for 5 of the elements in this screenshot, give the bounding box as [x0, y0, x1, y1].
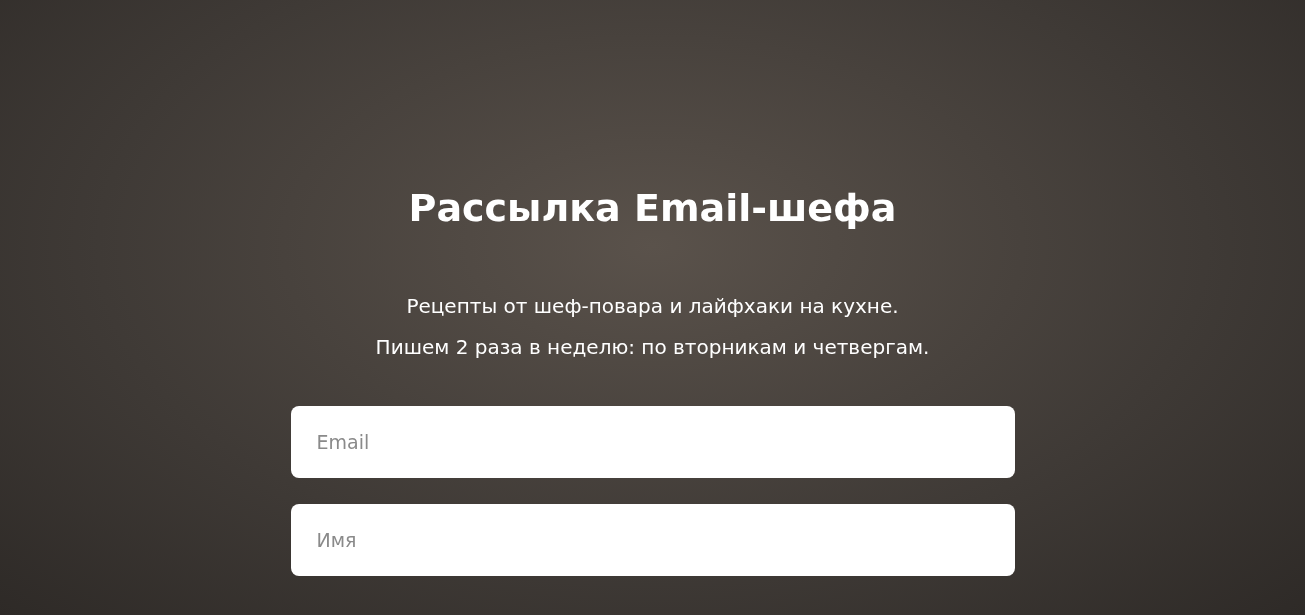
description-text: Рецепты от шеф-повара и лайфхаки на кухне.	[406, 293, 899, 320]
input-field[interactable]: Email	[290, 406, 1015, 478]
input-field[interactable]: Имя	[290, 504, 1015, 576]
newsletter-title: Рассылка Email-шефа	[408, 185, 897, 232]
description-text: Пишем 2 раза в неделю: по вторникам и четвергам.	[375, 334, 930, 361]
